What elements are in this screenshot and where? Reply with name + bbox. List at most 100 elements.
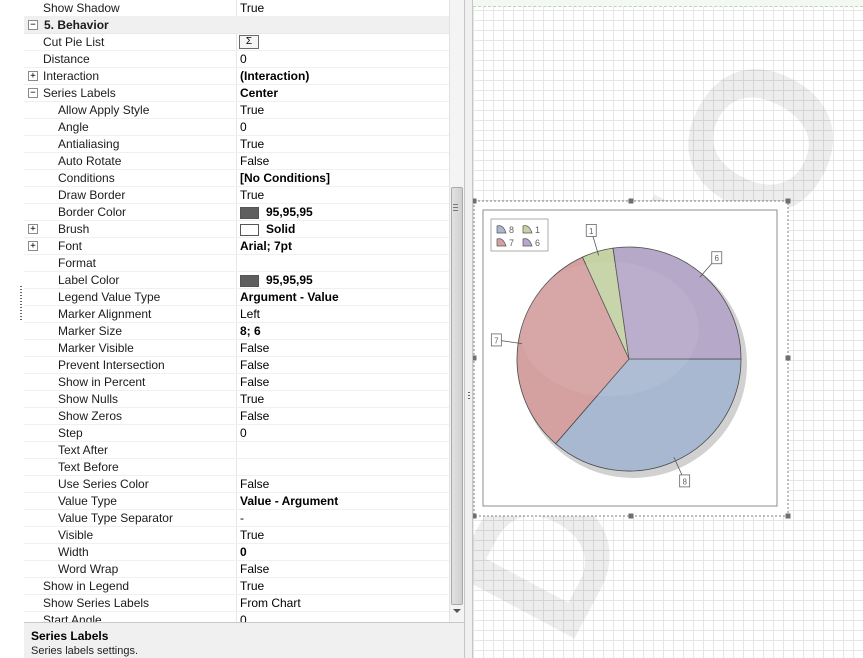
property-row[interactable]: Auto Rotate False — [24, 153, 449, 170]
property-value-cell[interactable]: True — [236, 527, 449, 543]
property-value-cell[interactable]: False — [236, 357, 449, 373]
property-value-cell[interactable]: True — [236, 136, 449, 152]
property-value-cell[interactable] — [236, 459, 449, 475]
property-row[interactable]: Marker Visible False — [24, 340, 449, 357]
property-row[interactable]: Use Series Color False — [24, 476, 449, 493]
property-value-cell[interactable]: False — [236, 476, 449, 492]
property-row[interactable]: Conditions [No Conditions] — [24, 170, 449, 187]
property-row[interactable]: + Interaction (Interaction) — [24, 68, 449, 85]
property-value-cell[interactable]: 0 — [236, 544, 449, 560]
chart-component[interactable]: 8 7 1 6 8 1 7 6 — [473, 198, 791, 519]
property-row[interactable]: Marker Size 8; 6 — [24, 323, 449, 340]
expand-plus-icon[interactable]: + — [28, 71, 38, 81]
property-value-cell[interactable]: 95,95,95 — [236, 272, 449, 288]
property-row[interactable]: Show Nulls True — [24, 391, 449, 408]
property-name: Width — [58, 545, 89, 559]
property-value-cell[interactable]: 0 — [236, 612, 449, 622]
property-row[interactable]: Text Before — [24, 459, 449, 476]
series-label: 6 — [715, 254, 720, 263]
property-value-cell[interactable] — [236, 442, 449, 458]
property-value-cell[interactable]: False — [236, 561, 449, 577]
collapse-minus-icon[interactable]: − — [28, 88, 38, 98]
property-value-cell[interactable]: False — [236, 374, 449, 390]
resize-handle[interactable] — [785, 513, 791, 519]
resize-handle[interactable] — [628, 513, 634, 519]
property-value-cell[interactable]: [No Conditions] — [236, 170, 449, 186]
property-value-cell[interactable]: Left — [236, 306, 449, 322]
property-value-cell[interactable]: Σ — [236, 34, 449, 50]
property-row[interactable]: Format — [24, 255, 449, 272]
property-row[interactable]: Allow Apply Style True — [24, 102, 449, 119]
property-value-cell[interactable]: 0 — [236, 425, 449, 441]
property-row[interactable]: + Brush Solid — [24, 221, 449, 238]
resize-handle[interactable] — [473, 198, 477, 204]
property-row[interactable]: Border Color 95,95,95 — [24, 204, 449, 221]
property-value-cell[interactable]: Value - Argument — [236, 493, 449, 509]
property-row[interactable]: Label Color 95,95,95 — [24, 272, 449, 289]
property-row[interactable]: Cut Pie List Σ — [24, 34, 449, 51]
property-row[interactable]: Draw Border True — [24, 187, 449, 204]
property-row[interactable]: Text After — [24, 442, 449, 459]
property-row[interactable]: Marker Alignment Left — [24, 306, 449, 323]
property-value-cell[interactable]: From Chart — [236, 595, 449, 611]
property-row[interactable]: Angle 0 — [24, 119, 449, 136]
panel-splitter[interactable] — [464, 0, 473, 658]
expand-plus-icon[interactable]: + — [28, 241, 38, 251]
property-row[interactable]: Value Type Separator - — [24, 510, 449, 527]
resize-handle[interactable] — [628, 198, 634, 204]
property-value-cell[interactable]: 8; 6 — [236, 323, 449, 339]
property-row[interactable]: Legend Value Type Argument - Value — [24, 289, 449, 306]
property-value-cell[interactable]: 95,95,95 — [236, 204, 449, 220]
property-value-cell[interactable]: False — [236, 408, 449, 424]
expand-plus-icon[interactable]: + — [28, 224, 38, 234]
property-row[interactable]: Step 0 — [24, 425, 449, 442]
left-resize-grip-icon[interactable] — [20, 286, 22, 320]
property-value: Argument - Value — [240, 290, 339, 304]
property-value-cell[interactable]: Argument - Value — [236, 289, 449, 305]
property-value-cell[interactable]: True — [236, 578, 449, 594]
property-value-cell[interactable]: False — [236, 153, 449, 169]
property-value-cell[interactable]: (Interaction) — [236, 68, 449, 84]
property-value-cell[interactable]: Arial; 7pt — [236, 238, 449, 254]
property-row[interactable]: Word Wrap False — [24, 561, 449, 578]
property-row[interactable]: Width 0 — [24, 544, 449, 561]
property-row[interactable]: Show Series Labels From Chart — [24, 595, 449, 612]
collapse-minus-icon[interactable]: − — [28, 20, 38, 30]
property-value-cell[interactable]: - — [236, 510, 449, 526]
property-value-cell[interactable]: 0 — [236, 119, 449, 135]
resize-handle[interactable] — [473, 355, 477, 361]
property-value-cell[interactable] — [236, 255, 449, 271]
description-text: Series labels settings. — [31, 645, 138, 657]
property-row[interactable]: Distance 0 — [24, 51, 449, 68]
property-row[interactable]: Value Type Value - Argument — [24, 493, 449, 510]
property-grid-scrollbar[interactable] — [449, 0, 465, 622]
property-name: Series Labels — [43, 86, 116, 100]
property-row[interactable]: − Series Labels Center — [24, 85, 449, 102]
property-row[interactable]: Start Angle 0 — [24, 612, 449, 622]
property-value-cell[interactable]: Solid — [236, 221, 449, 237]
resize-handle[interactable] — [785, 355, 791, 361]
property-value-cell[interactable]: True — [236, 0, 449, 16]
property-value-cell[interactable]: True — [236, 187, 449, 203]
property-row[interactable]: Show Zeros False — [24, 408, 449, 425]
property-row[interactable]: Visible True — [24, 527, 449, 544]
property-value-cell[interactable]: True — [236, 391, 449, 407]
property-row[interactable]: Show Shadow True — [24, 0, 449, 17]
property-value-cell[interactable]: False — [236, 340, 449, 356]
scroll-down-arrow-icon[interactable] — [453, 609, 461, 613]
property-row[interactable]: Show in Percent False — [24, 374, 449, 391]
property-value-cell[interactable]: Center — [236, 85, 449, 101]
property-value-cell[interactable]: 0 — [236, 51, 449, 67]
resize-handle[interactable] — [473, 513, 477, 519]
property-value-cell[interactable]: True — [236, 102, 449, 118]
design-surface[interactable]: DEMO 8716 8176 — [473, 0, 863, 658]
scrollbar-thumb[interactable] — [451, 187, 463, 605]
property-row[interactable]: −5. Behavior — [24, 17, 449, 34]
property-row[interactable]: Antialiasing True — [24, 136, 449, 153]
sigma-expression-icon[interactable]: Σ — [239, 35, 259, 49]
resize-handle[interactable] — [785, 198, 791, 204]
property-row[interactable]: Show in Legend True — [24, 578, 449, 595]
property-row[interactable]: Prevent Intersection False — [24, 357, 449, 374]
property-name: Value Type — [58, 494, 117, 508]
property-row[interactable]: + Font Arial; 7pt — [24, 238, 449, 255]
